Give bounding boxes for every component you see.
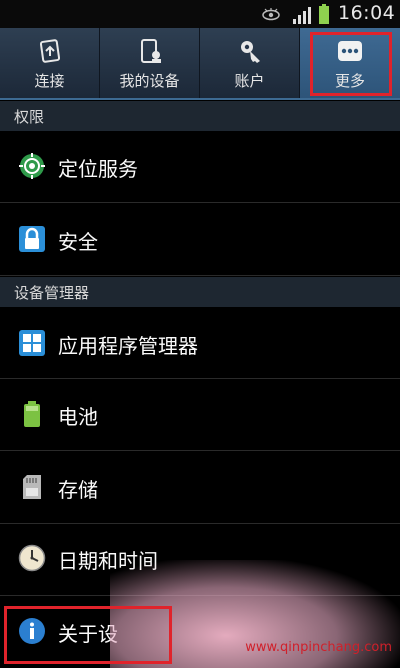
tab-more[interactable]: 更多 — [300, 28, 400, 98]
settings-tab-bar: 连接 我的设备 账户 更多 — [0, 28, 400, 100]
clock-icon — [18, 544, 46, 572]
watermark-text: www.qinpinchang.com — [245, 640, 392, 655]
connections-icon — [39, 39, 60, 63]
list-item-label: 存储 — [58, 478, 98, 502]
lock-icon — [19, 226, 45, 252]
list-item-location-services[interactable]: 定位服务 — [0, 131, 400, 203]
status-clock: 16:04 — [338, 2, 396, 24]
section-header-permissions: 权限 — [0, 101, 400, 131]
my-device-icon — [140, 39, 161, 63]
tab-label: 账户 — [234, 72, 265, 90]
smart-stay-eye-icon — [262, 8, 280, 21]
list-item-security[interactable]: 安全 — [0, 203, 400, 276]
status-bar: 16:04 — [0, 0, 400, 28]
list-item-application-manager[interactable]: 应用程序管理器 — [0, 307, 400, 379]
tab-connections[interactable]: 连接 — [0, 28, 100, 98]
list-item-label: 安全 — [58, 230, 98, 254]
section-header-device-manager: 设备管理器 — [0, 277, 400, 307]
list-item-label: 关于设 — [58, 622, 118, 646]
section-title: 权限 — [14, 108, 45, 126]
list-item-about-device[interactable]: 关于设 — [0, 596, 400, 668]
list-item-storage[interactable]: 存储 — [0, 451, 400, 524]
list-item-date-time[interactable]: 日期和时间 — [0, 524, 400, 596]
tab-my-device[interactable]: 我的设备 — [100, 28, 200, 98]
signal-strength-icon — [293, 7, 311, 24]
sd-card-icon — [23, 475, 41, 499]
info-icon — [19, 618, 45, 644]
accounts-icon — [240, 41, 260, 63]
tab-accounts[interactable]: 账户 — [200, 28, 300, 98]
more-icon — [338, 41, 362, 61]
battery-status-icon — [319, 4, 329, 24]
tab-label: 我的设备 — [119, 72, 180, 90]
app-grid-icon — [19, 330, 45, 356]
section-title: 设备管理器 — [14, 284, 90, 302]
tab-label: 连接 — [34, 72, 65, 90]
battery-icon — [24, 401, 40, 427]
list-item-battery[interactable]: 电池 — [0, 379, 400, 451]
tab-label: 更多 — [334, 72, 365, 90]
list-item-label: 电池 — [58, 405, 98, 429]
list-item-label: 定位服务 — [58, 157, 138, 181]
location-icon — [19, 153, 45, 179]
list-item-label: 应用程序管理器 — [58, 334, 198, 358]
list-item-label: 日期和时间 — [58, 549, 158, 573]
